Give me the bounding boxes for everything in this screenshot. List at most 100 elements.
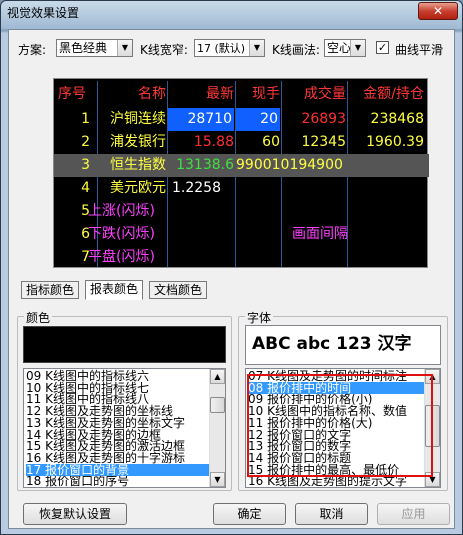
quote-preview: 序号 名称 最新 现手 成交量 金额/持仓 1 沪铜连续 28710 20 26893 238468 2… (53, 78, 429, 269)
dialog-client: 方案: 黑色经典 ▼ K线宽窄: 17 (默认) ▼ K线画法: 空心 ▼ ✓ … (8, 29, 455, 529)
preview-cell-no: 6 (81, 226, 90, 242)
preview-cell-name: 上涨(闪烁) (88, 203, 155, 219)
scheme-label: 方案: (18, 43, 47, 57)
tab-report-color[interactable]: 报表颜色 (85, 280, 144, 300)
preview-cell-name: 沪铜连续 (110, 111, 166, 127)
tab-document-color[interactable]: 文档颜色 (149, 281, 208, 299)
preview-cell-amount (348, 223, 424, 246)
preview-cell-latest (168, 223, 234, 246)
preview-cell-volume (282, 154, 346, 177)
preview-header-amount: 金额/持仓 (363, 86, 424, 102)
preview-row: 5 上涨(闪烁) (54, 200, 429, 223)
preview-cell-latest (168, 200, 234, 223)
preview-cell-volume: 12345 (301, 134, 346, 150)
title-bar[interactable]: 视觉效果设置 ✕ (1, 1, 462, 29)
color-group-title: 颜色 (24, 309, 53, 326)
chevron-down-icon: ▼ (249, 40, 264, 56)
list-item[interactable]: 14 K线图及走势图的边框 (26, 429, 209, 441)
preview-header-latest: 最新 (206, 86, 234, 102)
preview-cell-amount (348, 177, 424, 200)
preview-cell-name: 美元欧元 (110, 180, 166, 196)
preview-row: 2 浦发银行 15.88 60 12345 1960.39 (54, 131, 429, 154)
preview-cell-amount: 238468 (370, 111, 424, 127)
color-listbox[interactable]: 18 报价窗口的序号 17 报价窗口的背景 16 K线图及走势图的十字游标 15 K线… (23, 368, 226, 488)
smooth-label: 曲线平滑 (395, 43, 444, 57)
preview-cell-hand: 60 (262, 134, 280, 150)
preview-cell-volume (282, 223, 346, 246)
preview-cell-volume (282, 246, 346, 269)
preview-cell-amount: 1960.39 (366, 134, 424, 150)
list-item[interactable]: 15 K线图及走势图的激活边框 (26, 440, 209, 452)
preview-cell-volume (282, 177, 346, 200)
scheme-select[interactable]: 黑色经典 ▼ (56, 39, 133, 57)
color-swatch[interactable] (23, 326, 226, 363)
preview-cell-name: 浦发银行 (110, 134, 166, 150)
preview-header-hand: 现手 (252, 86, 280, 102)
kline-width-value: 17 (默认) (197, 42, 246, 55)
color-group: 颜色 18 报价窗口的序号 17 报价窗口的背景 16 K线图及走势图的十字游标 15… (17, 309, 232, 491)
highlight-annotation-box (247, 374, 433, 477)
preview-cell-no: 7 (81, 249, 90, 265)
preview-cell-no: 1 (81, 111, 90, 127)
preview-row: 6 下跌(闪烁) 画面间隔 (54, 223, 429, 246)
preview-cell-hand (236, 200, 280, 223)
list-item[interactable]: 17 报价窗口的背景 (26, 463, 209, 476)
preview-cell-latest (168, 246, 234, 269)
ok-button[interactable]: 确定 (213, 503, 286, 525)
preview-row: 7 平盘(闪烁) (54, 246, 429, 269)
preview-header-row: 序号 名称 最新 现手 成交量 金额/持仓 (54, 83, 429, 106)
preview-row: 3 恒生指数 13138.6 990010194900 (54, 154, 429, 177)
tab-indicator-color[interactable]: 指标颜色 (21, 281, 80, 299)
apply-button[interactable]: 应用 (377, 503, 450, 525)
chevron-down-icon: ▼ (350, 40, 365, 56)
list-item[interactable]: 10 K线图中的指标线七 (26, 382, 209, 394)
cancel-button[interactable]: 取消 (295, 503, 368, 525)
preview-cell-latest: 1.2258 (172, 180, 221, 196)
preview-cell-hand: 20 (236, 108, 280, 131)
preview-cell-volume (282, 200, 346, 223)
list-item[interactable]: 18 报价窗口的序号 (26, 475, 209, 487)
preview-cell-hand (236, 246, 280, 269)
preview-cell-amount (348, 200, 424, 223)
kline-width-select[interactable]: 17 (默认) ▼ (194, 39, 265, 57)
dialog-window: 视觉效果设置 ✕ 方案: 黑色经典 ▼ K线宽窄: 17 (默认) ▼ K线画法… (0, 0, 463, 535)
kline-draw-value: 空心 (327, 41, 352, 55)
chevron-down-icon: ▼ (117, 40, 132, 56)
kline-draw-label: K线画法: (272, 43, 320, 57)
preview-cell-latest: 15.88 (193, 134, 234, 150)
preview-cell-name: 平盘(闪烁) (88, 249, 155, 265)
smooth-checkbox[interactable]: ✓ (376, 41, 389, 54)
preview-cell-no: 2 (81, 134, 90, 150)
preview-cell-hand (236, 177, 280, 200)
scroll-thumb[interactable] (210, 397, 225, 413)
preview-cell-amount (348, 154, 424, 177)
preview-row: 1 沪铜连续 28710 20 26893 238468 (54, 108, 429, 131)
color-list-scrollbar[interactable]: ▲ ▼ (209, 369, 225, 487)
list-item[interactable]: 16 K线图及走势图的提示文字 (248, 475, 424, 487)
list-item[interactable]: 13 K线图及走势图的坐标文字 (26, 417, 209, 429)
window-title: 视觉效果设置 (7, 6, 80, 20)
preview-cell-no: 4 (81, 180, 90, 196)
preview-header-volume: 成交量 (304, 86, 346, 102)
preview-header-no: 序号 (58, 86, 86, 102)
scroll-down-icon[interactable]: ▼ (210, 472, 225, 487)
list-item[interactable]: 09 K线图中的指标线六 (26, 370, 209, 382)
list-item[interactable]: 11 K线图中的指标线八 (26, 393, 209, 405)
preview-cell-amount (348, 246, 424, 269)
list-item[interactable]: 12 K线图及走势图的坐标线 (26, 405, 209, 417)
restore-defaults-button[interactable]: 恢复默认设置 (23, 503, 127, 525)
preview-cell-latest: 28710 (168, 108, 234, 131)
font-group-title: 字体 (245, 309, 274, 326)
kline-draw-select[interactable]: 空心 ▼ (324, 39, 366, 57)
preview-cell-no: 5 (81, 203, 90, 219)
close-button[interactable]: ✕ (418, 2, 458, 20)
preview-row: 4 美元欧元 1.2258 (54, 177, 429, 200)
scroll-up-icon[interactable]: ▲ (210, 369, 225, 384)
preview-cell-name: 下跌(闪烁) (88, 226, 155, 242)
preview-cell-volume: 26893 (301, 111, 346, 127)
list-item[interactable]: 16 K线图及走势图的十字游标 (26, 452, 209, 464)
font-sample[interactable]: ABC abc 123 汉字 (245, 325, 441, 365)
preview-cell-latest: 13138.6 (176, 157, 234, 173)
preview-header-name: 名称 (138, 86, 166, 102)
kline-width-label: K线宽窄: (140, 43, 188, 57)
